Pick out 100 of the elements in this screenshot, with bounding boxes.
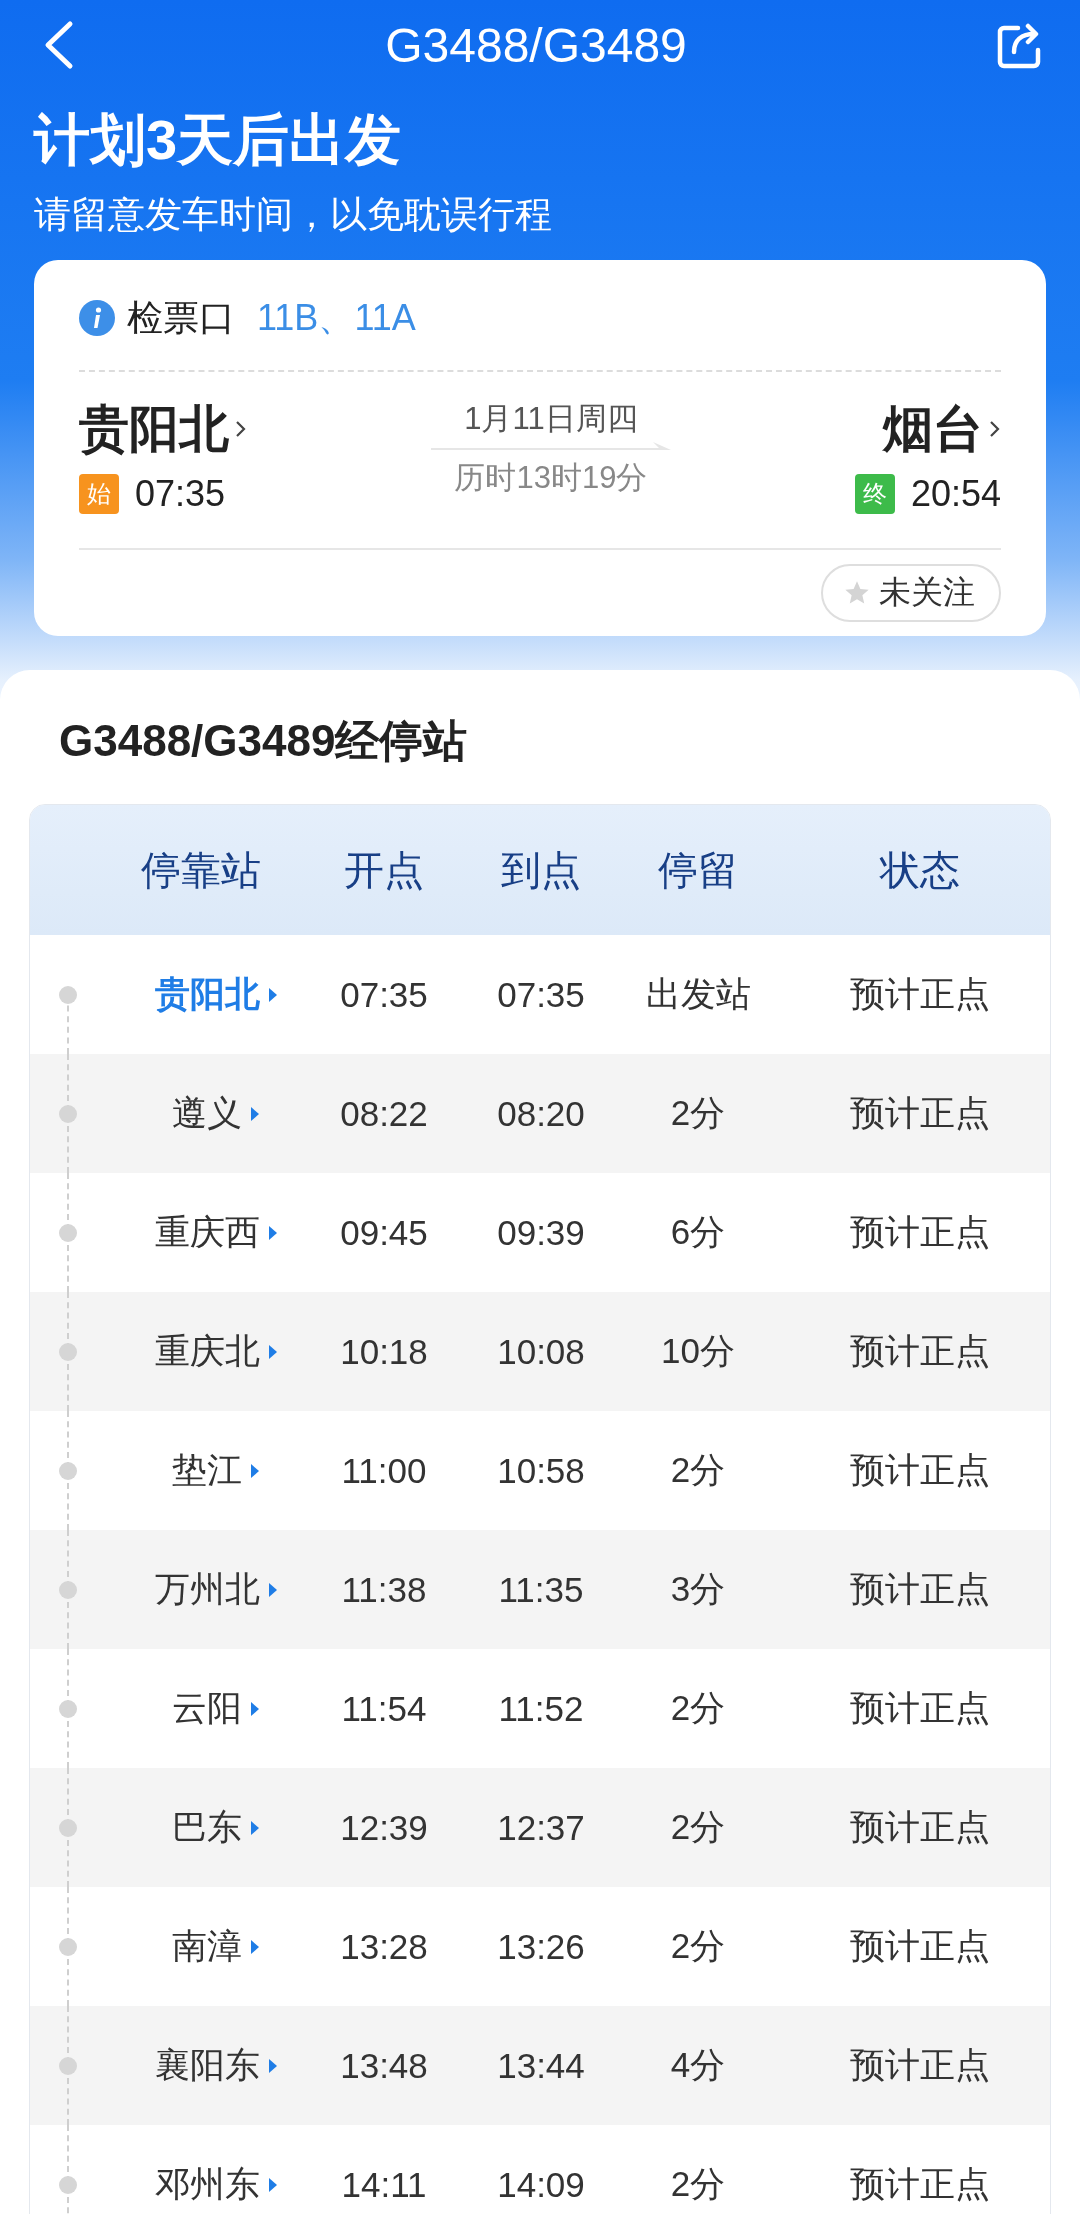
triangle-icon: [267, 2056, 278, 2075]
table-cell: 12:37: [497, 1807, 585, 1848]
table-cell: 11:52: [498, 1688, 584, 1729]
table-cell: 07:35: [340, 974, 428, 1015]
table-cell: 08:22: [340, 1093, 428, 1134]
table-cell-text: 2分: [670, 1092, 726, 1134]
timeline-dot: [59, 1818, 77, 1837]
table-cell: 13:26: [497, 1926, 585, 1967]
table-cell-text: 预计正点: [850, 1568, 990, 1610]
table-cell-text: 2分: [670, 1806, 726, 1848]
section-title: G3488/G3489经停站: [58, 715, 469, 767]
table-cell-text: 6分: [670, 1211, 726, 1253]
station-link[interactable]: 云阳: [172, 1685, 242, 1732]
table-cell: 10:08: [497, 1331, 585, 1372]
reminder-text: 请留意发车时间，以免耽误行程: [34, 193, 553, 237]
station-link[interactable]: 襄阳东: [154, 2042, 260, 2089]
triangle-icon: [250, 1699, 260, 1718]
table-cell: 12:39: [340, 1807, 428, 1848]
departure-time: 07:35: [135, 473, 226, 515]
table-cell: 09:39: [497, 1212, 585, 1253]
table-cell: 11:38: [341, 1569, 427, 1610]
station-link[interactable]: 南漳: [172, 1923, 242, 1970]
table-cell-text: 10分: [661, 1330, 735, 1372]
timeline-dot: [59, 1223, 77, 1242]
table-cell-text: 预计正点: [850, 1092, 990, 1134]
triangle-icon: [250, 1818, 260, 1837]
info-icon: [79, 300, 115, 336]
column-header: 停靠站: [141, 846, 261, 894]
table-cell: 11:00: [341, 1450, 427, 1491]
station-link[interactable]: 垫江: [172, 1447, 242, 1494]
train-number-title: G3488/G3489: [385, 17, 687, 73]
start-badge: 始: [79, 474, 119, 514]
table-cell: 08:20: [497, 1093, 585, 1134]
table-cell-text: 预计正点: [850, 2044, 990, 2086]
table-cell-text: 4分: [670, 2044, 726, 2086]
table-cell: 09:45: [340, 1212, 428, 1253]
triangle-icon: [250, 1937, 260, 1956]
table-cell-text: 2分: [670, 1449, 726, 1491]
triangle-icon: [267, 1580, 278, 1599]
origin-station[interactable]: 贵阳北: [79, 395, 229, 463]
timeline-dot: [59, 1937, 77, 1956]
timeline-dot: [59, 1104, 77, 1123]
arrival-time: 20:54: [910, 473, 1001, 515]
travel-duration: 历时13时19分: [454, 459, 648, 497]
station-link[interactable]: 巴东: [172, 1804, 242, 1851]
triangle-icon: [267, 2175, 278, 2194]
table-cell-text: 预计正点: [850, 1330, 990, 1372]
table-cell: 14:09: [497, 2164, 585, 2205]
timeline-dot: [59, 1461, 77, 1480]
column-header: 开点: [344, 846, 424, 894]
table-cell: 11:35: [498, 1569, 584, 1610]
table-cell-text: 预计正点: [850, 2163, 990, 2205]
table-cell-text: 2分: [670, 1925, 726, 1967]
end-badge: 终: [854, 474, 895, 514]
table-cell: 14:11: [341, 2164, 427, 2205]
timeline-dot: [59, 2175, 77, 2194]
gate-number: 11B、11A: [257, 295, 416, 340]
table-cell-text: 预计正点: [850, 1211, 990, 1253]
timeline-dot: [59, 1580, 77, 1599]
column-header: 停留: [658, 846, 738, 894]
station-link[interactable]: 邓州东: [154, 2161, 260, 2208]
follow-button[interactable]: 未关注: [821, 564, 1001, 622]
station-link[interactable]: 重庆西: [154, 1209, 260, 1256]
triangle-icon: [267, 985, 278, 1004]
table-cell-text: 预计正点: [850, 973, 990, 1015]
departure-heading: 计划3天后出发: [34, 107, 403, 173]
timeline-dot: [59, 985, 77, 1004]
table-cell: 11:54: [341, 1688, 427, 1729]
destination-station[interactable]: 烟台: [883, 395, 983, 463]
timeline-dot: [59, 1699, 77, 1718]
station-link[interactable]: 遵义: [172, 1090, 242, 1137]
station-link[interactable]: 贵阳北: [154, 971, 260, 1018]
table-cell-text: 2分: [670, 2163, 726, 2205]
table-cell: 10:18: [340, 1331, 428, 1372]
column-header: 到点: [501, 846, 581, 894]
gate-label: 检票口: [127, 295, 235, 340]
table-cell-text: 3分: [670, 1568, 726, 1610]
table-cell-text: 预计正点: [850, 1806, 990, 1848]
station-link[interactable]: 万州北: [154, 1566, 260, 1613]
triangle-icon: [250, 1461, 260, 1480]
triangle-icon: [267, 1223, 278, 1242]
table-cell: 13:44: [497, 2045, 585, 2086]
table-cell-text: 预计正点: [850, 1925, 990, 1967]
column-header: 状态: [880, 846, 960, 894]
table-cell-text: 预计正点: [850, 1687, 990, 1729]
table-cell: 13:28: [340, 1926, 428, 1967]
chevron-icon: [235, 419, 247, 439]
triangle-icon: [267, 1342, 278, 1361]
triangle-icon: [250, 1104, 260, 1123]
table-cell-text: 2分: [670, 1687, 726, 1729]
travel-date: 1月11日周四: [464, 400, 638, 438]
table-cell: 10:58: [497, 1450, 585, 1491]
chevron-icon: [989, 419, 1001, 439]
table-cell-text: 预计正点: [850, 1449, 990, 1491]
table-cell: 13:48: [340, 2045, 428, 2086]
station-link[interactable]: 重庆北: [154, 1328, 260, 1375]
table-cell: 07:35: [497, 974, 585, 1015]
timeline-dot: [59, 2056, 77, 2075]
table-cell-text: 出发站: [645, 973, 751, 1015]
timeline-dot: [59, 1342, 77, 1361]
